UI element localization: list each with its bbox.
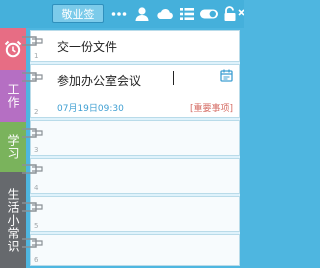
binder-clip-icon xyxy=(22,72,43,82)
note-list: 交一份文件 1 参加办公室会议 07月19日09:30 [重要事项] 2 3 4… xyxy=(30,30,240,266)
note-row[interactable]: 4 xyxy=(30,158,240,194)
note-number: 4 xyxy=(34,184,39,192)
close-icon[interactable] xyxy=(238,5,244,23)
note-row[interactable]: 6 xyxy=(30,234,240,266)
toolbar: 敬业签 xyxy=(0,0,244,28)
toggle-icon[interactable] xyxy=(199,5,219,23)
user-icon[interactable] xyxy=(133,5,151,23)
list-icon[interactable] xyxy=(178,5,196,23)
note-row[interactable]: 5 xyxy=(30,196,240,232)
note-number: 3 xyxy=(34,146,39,154)
note-number: 6 xyxy=(34,256,39,264)
note-number: 1 xyxy=(34,52,39,60)
tab-life[interactable]: 生活小常识 xyxy=(0,172,26,268)
binder-clip-icon xyxy=(22,128,43,138)
app-logo[interactable]: 敬业签 xyxy=(52,4,104,23)
binder-clip-icon xyxy=(22,164,43,174)
binder-clip-icon xyxy=(22,36,43,46)
binder-clip-icon xyxy=(22,238,43,248)
note-number: 5 xyxy=(34,222,39,230)
note-number: 2 xyxy=(34,108,39,116)
note-row[interactable]: 3 xyxy=(30,120,240,156)
note-title[interactable]: 交一份文件 xyxy=(57,38,117,55)
note-reminder-time: 07月19日09:30 xyxy=(57,104,124,114)
tab-work-label: 工作 xyxy=(6,83,20,109)
cloud-icon[interactable] xyxy=(156,5,174,23)
binder-clip-icon xyxy=(22,202,43,212)
note-title[interactable]: 参加办公室会议 xyxy=(57,72,141,89)
note-row[interactable]: 交一份文件 1 xyxy=(30,30,240,62)
text-cursor xyxy=(173,71,174,85)
note-row[interactable]: 参加办公室会议 07月19日09:30 [重要事项] 2 xyxy=(30,64,240,118)
more-icon[interactable] xyxy=(110,5,128,23)
calendar-icon[interactable] xyxy=(220,69,233,82)
unlock-icon[interactable] xyxy=(222,5,238,23)
note-tag[interactable]: [重要事项] xyxy=(190,101,233,114)
